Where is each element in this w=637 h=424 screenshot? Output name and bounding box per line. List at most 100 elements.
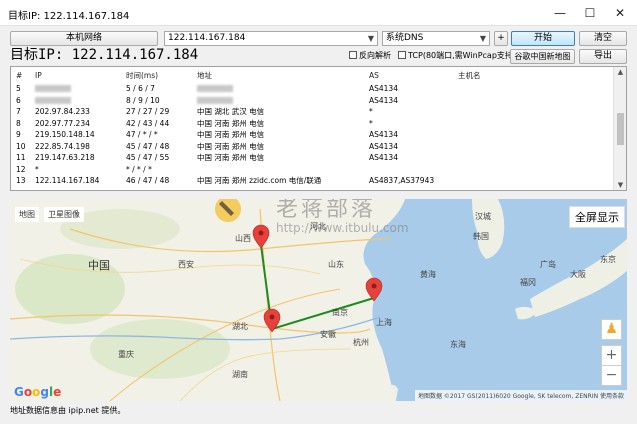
vertical-scrollbar[interactable]: ▲ ▼ [613,67,626,190]
maximize-button[interactable]: ☐ [575,0,605,26]
watermark: 老蒋部落 http://www.itbulu.com [276,199,409,235]
dns-select-value: 系统DNS [386,33,424,43]
place-label: 韩国 [473,232,489,241]
terrain-patch [90,319,230,379]
place-label: 福冈 [520,278,536,287]
scroll-thumb[interactable] [617,113,624,145]
hop-time: 46 / 47 / 48 [126,176,170,185]
map-type-map-tab[interactable]: 地图 [15,207,39,222]
chevron-down-icon: ▼ [367,34,374,43]
close-button[interactable]: ✕ [605,0,635,26]
column-header[interactable]: 地址 [197,70,212,81]
hop-ip [35,83,71,94]
hop-ip: * [35,164,39,174]
place-label: 南京 [332,308,348,317]
route-map[interactable]: 地图 卫星图像 老蒋部落 http://www.itbulu.com 中国 西安… [10,199,627,401]
google-logo-letter: o [23,385,33,399]
redacted-text [197,96,233,104]
redacted-text [35,85,71,92]
column-header[interactable]: 时间(ms) [126,70,158,81]
table-row[interactable]: 6 8 / 9 / 10 AS4134 [11,95,611,106]
place-label: 上海 [376,318,392,327]
zoom-out-button[interactable]: − [601,365,622,386]
title-bar: 目标IP: 122.114.167.184 — ☐ ✕ [0,0,637,26]
fullscreen-button[interactable]: 全屏显示 [569,206,625,228]
table-row[interactable]: 11 219.147.63.218 45 / 47 / 55 中国 河南 郑州 电信 A… [11,152,611,163]
google-china-map-button[interactable]: 谷歌中国新地图 [510,49,575,64]
traceroute-list[interactable]: # IP 时间(ms) 地址 AS 主机名 5 5 / 6 / 7 AS4134 6 8… [10,66,627,191]
hop-number: 11 [16,153,26,162]
pegman-icon[interactable]: ♟ [601,319,622,340]
hop-address: 中国 河南 郑州 zzidc.com 电信/联通 [197,176,322,185]
zoom-in-button[interactable]: + [601,345,622,366]
hop-time: 5 / 6 / 7 [126,84,155,93]
target-heading: 目标IP: 122.114.167.184 [10,47,199,63]
hop-number: 5 [16,84,21,93]
hop-number: 6 [16,95,21,105]
place-label: 杭州 [353,338,369,347]
add-button[interactable]: + [494,31,508,46]
place-label: 黄海 [420,270,436,279]
place-label: 山西 [235,234,251,243]
hop-as: AS4134 [369,84,398,93]
table-row[interactable]: 13 122.114.167.184 46 / 47 / 48 中国 河南 郑州 zz… [11,175,611,186]
column-header[interactable]: # [16,70,22,81]
checkbox-box [398,51,406,59]
place-label: 东海 [450,340,466,349]
table-row[interactable]: 7 202.97.84.233 27 / 27 / 29 中国 湖北 武汉 电信 * [11,106,611,117]
clear-button[interactable]: 清空 [579,31,627,46]
table-row[interactable]: 5 5 / 6 / 7 AS4134 [11,83,611,94]
table-row[interactable]: 10 222.85.74.198 45 / 47 / 48 中国 河南 郑州 电信 AS… [11,141,611,152]
place-label: 东京 [600,255,616,264]
export-button[interactable]: 导出 [579,49,627,64]
column-header[interactable]: AS [369,70,379,81]
map-attribution[interactable]: 地图数据 ©2017 GS(2011)6020 Google, SK telec… [414,390,627,401]
hop-as: AS4134 [369,95,398,105]
hop-number: 9 [16,130,21,139]
minimize-button[interactable]: — [545,0,575,26]
hop-number: 13 [16,176,26,185]
hop-ip: 219.147.63.218 [35,153,95,162]
checkbox-box [349,51,357,59]
place-label: 山东 [328,260,344,269]
scroll-up-icon[interactable]: ▲ [614,68,626,76]
google-logo: Google [14,385,61,399]
hop-time: 45 / 47 / 48 [126,141,170,151]
hop-address: 中国 湖北 武汉 电信 [197,107,265,116]
hop-as: AS4134 [369,130,398,139]
dns-select[interactable]: 系统DNS ▼ [382,31,490,46]
map-type-satellite-tab[interactable]: 卫星图像 [44,207,84,222]
column-header[interactable]: 主机名 [458,70,481,81]
table-row[interactable]: 8 202.97.77.234 42 / 43 / 44 中国 河南 郑州 电信 * [11,118,611,129]
hop-as: * [369,107,373,116]
place-label: 湖南 [232,370,248,379]
hop-ip: 202.97.84.233 [35,107,90,116]
hop-time: 45 / 47 / 55 [126,153,170,162]
place-label: 河北 [310,222,326,231]
reverse-resolve-checkbox[interactable]: 反向解析 [349,50,391,61]
hop-address [197,95,233,106]
place-label: 中国 [88,259,110,272]
hop-number: 12 [16,164,26,174]
tcp-mode-label: TCP(80端口,需WinPcap支持) [408,51,517,60]
hop-address: 中国 河南 郑州 电信 [197,153,265,162]
hop-time: 27 / 27 / 29 [126,107,170,116]
scroll-down-icon[interactable]: ▼ [614,181,626,189]
hop-number: 7 [16,107,21,116]
place-label: 广岛 [540,260,556,269]
watermark-url: http://www.itbulu.com [276,221,409,235]
hop-as: AS4837,AS37943 [369,176,435,185]
table-row[interactable]: 12 * * / * / * [11,164,611,175]
reverse-resolve-label: 反向解析 [359,51,391,60]
table-row[interactable]: 9 219.150.148.14 47 / * / * 中国 河南 郑州 电信 AS41… [11,129,611,140]
hop-address: 中国 河南 郑州 电信 [197,130,265,139]
table-header: # IP 时间(ms) 地址 AS 主机名 [11,70,611,81]
place-label: 汉城 [475,212,491,221]
place-label: 重庆 [118,350,134,359]
window-title: 目标IP: 122.114.167.184 [8,11,130,22]
column-header[interactable]: IP [35,70,42,81]
start-button[interactable]: 开始 [511,31,575,46]
hop-address: 中国 河南 郑州 电信 [197,118,265,128]
tcp-mode-checkbox[interactable]: TCP(80端口,需WinPcap支持) [398,50,516,61]
hop-time: * / * / * [126,164,152,174]
